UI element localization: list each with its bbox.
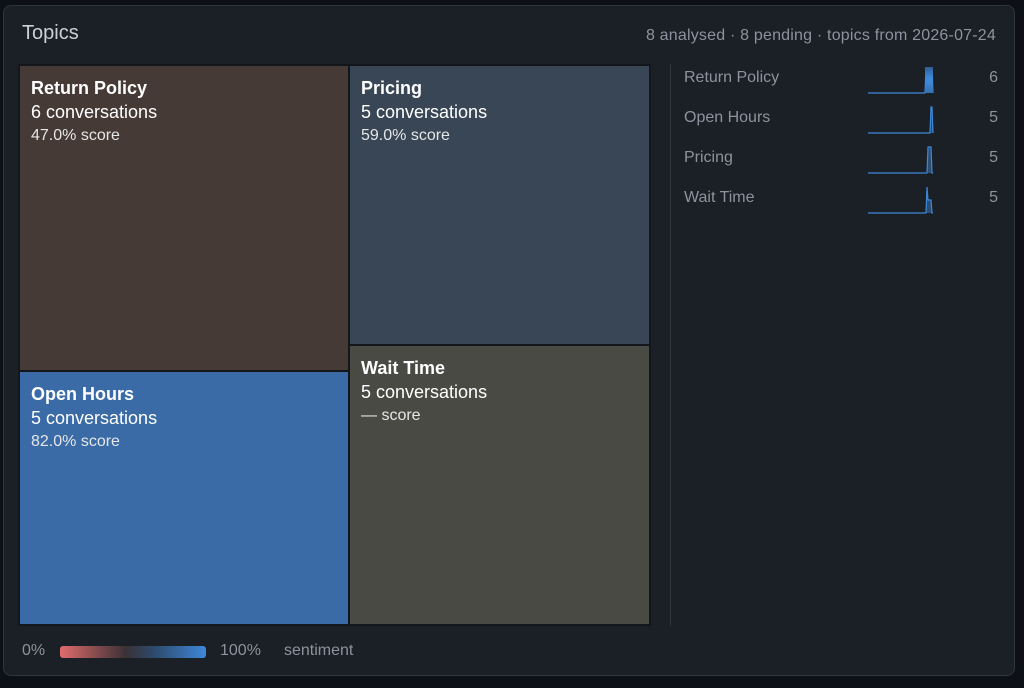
tile-score: — score [361, 407, 421, 424]
legend-gradient-bar [60, 646, 206, 658]
tile-pricing[interactable]: Pricing 5 conversations 59.0% score [348, 64, 651, 346]
panel-divider [670, 64, 671, 626]
ranking-count: 5 [989, 109, 998, 126]
panel-summary: 8 analysed · 8 pending · topics from 202… [645, 27, 996, 44]
sparkline [868, 106, 934, 134]
sparkline [868, 66, 934, 94]
sparkline-area [868, 107, 934, 133]
sparkline-line [868, 106, 934, 134]
tile-count: 5 conversations [31, 408, 158, 428]
sparkline-area [868, 187, 934, 213]
tile-wait-time[interactable]: Wait Time 5 conversations — score [348, 344, 651, 626]
tile-open-hours[interactable]: Open Hours 5 conversations 82.0% score [18, 370, 350, 626]
tile-score: 59.0% score [361, 127, 450, 144]
ranking-row-pricing[interactable]: Pricing 5 [684, 146, 1004, 186]
topics-treemap: Return Policy 6 conversations 47.0% scor… [18, 64, 651, 626]
tile-name: Return Policy [31, 78, 148, 98]
topic-ranking-list: Return Policy 6 Open Hours 5 Pricing 5 W… [684, 66, 1004, 226]
tile-name: Pricing [361, 78, 423, 98]
sparkline-area [868, 67, 934, 93]
ranking-label: Return Policy [684, 69, 780, 86]
sparkline-area [868, 147, 934, 173]
ranking-count: 5 [989, 149, 998, 166]
tile-count: 6 conversations [31, 102, 158, 122]
ranking-row-wait-time[interactable]: Wait Time 5 [684, 186, 1004, 226]
sparkline-line [868, 186, 933, 214]
panel-title: Topics [22, 22, 79, 44]
tile-name: Open Hours [31, 384, 135, 404]
legend-max: 100% [220, 642, 261, 659]
tile-count: 5 conversations [361, 382, 488, 402]
tile-count: 5 conversations [361, 102, 488, 122]
sparkline [868, 186, 934, 214]
sparkline-line [868, 66, 934, 94]
tile-score: 47.0% score [31, 127, 120, 144]
tile-score: 82.0% score [31, 433, 120, 450]
sparkline-line [868, 146, 933, 174]
legend-min: 0% [22, 642, 46, 659]
ranking-row-return-policy[interactable]: Return Policy 6 [684, 66, 1004, 106]
ranking-row-open-hours[interactable]: Open Hours 5 [684, 106, 1004, 146]
ranking-label: Open Hours [684, 109, 771, 126]
ranking-label: Wait Time [684, 189, 755, 206]
ranking-count: 5 [989, 189, 998, 206]
ranking-label: Pricing [684, 149, 733, 166]
topics-panel: Topics 8 analysed · 8 pending · topics f… [3, 5, 1015, 676]
tile-name: Wait Time [361, 358, 446, 378]
ranking-count: 6 [989, 69, 998, 86]
legend-label: sentiment [284, 642, 354, 659]
tile-return-policy[interactable]: Return Policy 6 conversations 47.0% scor… [18, 64, 350, 372]
sparkline [868, 146, 934, 174]
